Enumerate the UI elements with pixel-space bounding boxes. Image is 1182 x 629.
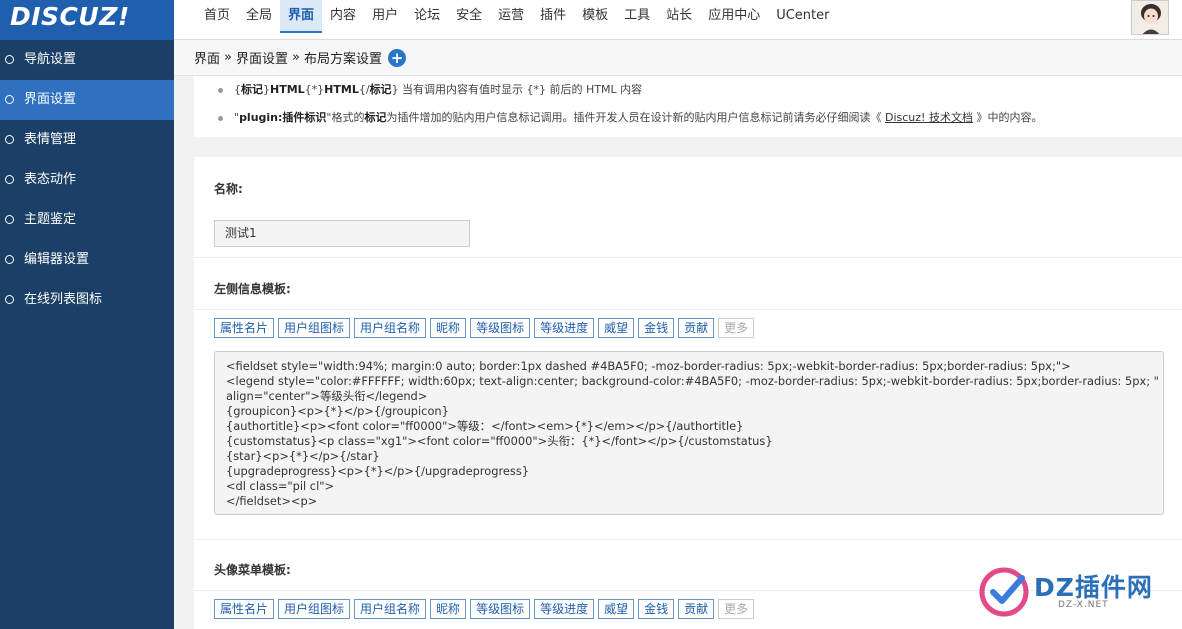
sidebar-item-label: 导航设置	[24, 52, 77, 67]
divider	[194, 309, 1182, 310]
topnav-item[interactable]: 运营	[490, 0, 532, 33]
breadcrumb-item-layout-settings: 布局方案设置	[303, 52, 382, 67]
tips-panel: {标记}HTML{*}HTML{/标记} 当有调用内容有值时显示 {*} 前后的…	[194, 76, 1182, 137]
topnav-item[interactable]: 应用中心	[700, 0, 768, 33]
insert-tag-button[interactable]: 金钱	[638, 318, 675, 338]
sidebar-item-label: 表情管理	[24, 132, 77, 147]
insert-tag-button[interactable]: 用户组图标	[278, 318, 351, 338]
insert-tag-button[interactable]: 属性名片	[214, 599, 275, 619]
insert-tag-button[interactable]: 用户组名称	[354, 318, 427, 338]
divider	[194, 539, 1182, 540]
logo-text: DISCUZ!	[10, 2, 130, 31]
topnav-item[interactable]: 首页	[196, 0, 238, 33]
insert-tag-button[interactable]: 昵称	[430, 599, 467, 619]
circle-bullet-icon	[5, 55, 14, 64]
topnav-item[interactable]: 内容	[322, 0, 364, 33]
insert-tag-button[interactable]: 金钱	[638, 599, 675, 619]
topnav-item[interactable]: 用户	[364, 0, 406, 33]
sidebar-item[interactable]: 表态动作	[0, 160, 174, 200]
insert-tag-button[interactable]: 昵称	[430, 318, 467, 338]
tip-plugin-tag: "plugin:插件标识"格式的标记为插件增加的贴内用户信息标记调用。插件开发人…	[194, 108, 1182, 136]
breadcrumb-item-interface[interactable]: 界面	[194, 48, 220, 67]
sidebar-item-label: 界面设置	[24, 92, 77, 107]
main-content: {标记}HTML{*}HTML{/标记} 当有调用内容有值时显示 {*} 前后的…	[194, 76, 1182, 629]
circle-bullet-icon	[5, 295, 14, 304]
circle-bullet-icon	[5, 175, 14, 184]
sidebar-item-label: 在线列表图标	[24, 292, 103, 307]
insert-tag-button[interactable]: 等级图标	[470, 599, 531, 619]
avatar[interactable]	[1131, 0, 1169, 35]
insert-tag-button[interactable]: 贡献	[678, 318, 715, 338]
name-input[interactable]: 测试1	[214, 220, 470, 247]
watermark-subtext: DZ-X.NET	[1058, 600, 1109, 610]
watermark-text: DZ插件网	[1034, 573, 1153, 602]
sidebar-item-label: 编辑器设置	[24, 252, 90, 267]
insert-tag-button[interactable]: 等级进度	[534, 318, 595, 338]
insert-tag-button[interactable]: 贡献	[678, 599, 715, 619]
watermark-logo-icon	[979, 567, 1029, 617]
divider	[194, 257, 1182, 258]
more-button[interactable]: 更多	[718, 599, 755, 619]
topnav-item[interactable]: 工具	[616, 0, 658, 33]
sidebar-item-label: 主题鉴定	[24, 212, 77, 227]
topnav-item[interactable]: 插件	[532, 0, 574, 33]
docs-link[interactable]: Discuz! 技术文档	[885, 111, 973, 124]
sidebar-item[interactable]: 编辑器设置	[0, 240, 174, 280]
insert-tag-button[interactable]: 用户组名称	[354, 599, 427, 619]
watermark: DZ插件网 DZ-X.NET	[978, 558, 1178, 622]
breadcrumb-item-interface-settings[interactable]: 界面设置	[236, 48, 288, 67]
sidebar-item[interactable]: 导航设置	[0, 40, 174, 80]
sidebar-item[interactable]: 主题鉴定	[0, 200, 174, 240]
topnav-item[interactable]: 全局	[238, 0, 280, 33]
insert-tag-button[interactable]: 等级进度	[534, 599, 595, 619]
circle-bullet-icon	[5, 135, 14, 144]
tip-html-tag: {标记}HTML{*}HTML{/标记} 当有调用内容有值时显示 {*} 前后的…	[194, 80, 1182, 108]
insert-tag-button[interactable]: 等级图标	[470, 318, 531, 338]
insert-tag-button[interactable]: 威望	[598, 318, 635, 338]
topnav-item[interactable]: 站长	[658, 0, 700, 33]
insert-tag-button[interactable]: 威望	[598, 599, 635, 619]
breadcrumb: 界面 » 界面设置 » 布局方案设置 +	[174, 40, 1182, 76]
top-nav: 首页 全局 界面 内容 用户 论坛 安全 运营 插件 模板 工具 站长 应用中心 UCenter	[196, 0, 837, 40]
insert-tag-button[interactable]: 属性名片	[214, 318, 275, 338]
name-label: 名称:	[214, 182, 243, 196]
left-info-template-label: 左侧信息模板:	[214, 282, 291, 296]
circle-bullet-icon	[5, 255, 14, 264]
more-button[interactable]: 更多	[718, 318, 755, 338]
circle-bullet-icon	[5, 215, 14, 224]
avatar-icon	[1132, 1, 1168, 34]
topnav-item[interactable]: 论坛	[406, 0, 448, 33]
left-tag-buttons: 属性名片 用户组图标 用户组名称 昵称 等级图标 等级进度 威望 金钱 贡献 更多	[214, 318, 755, 338]
sidebar-item[interactable]: 表情管理	[0, 120, 174, 160]
circle-bullet-icon	[5, 95, 14, 104]
insert-tag-button[interactable]: 用户组图标	[278, 599, 351, 619]
sidebar-item[interactable]: 在线列表图标	[0, 280, 174, 320]
add-icon[interactable]: +	[387, 48, 406, 67]
topnav-item[interactable]: UCenter	[768, 0, 837, 33]
avatar-tag-buttons: 属性名片 用户组图标 用户组名称 昵称 等级图标 等级进度 威望 金钱 贡献 更多	[214, 599, 755, 619]
logo[interactable]: DISCUZ!	[0, 0, 174, 40]
breadcrumb-separator: »	[292, 50, 300, 65]
left-info-template-textarea[interactable]: <fieldset style="width:94%; margin:0 aut…	[214, 351, 1164, 515]
topnav-item[interactable]: 界面	[280, 0, 323, 33]
topnav-item[interactable]: 模板	[574, 0, 616, 33]
sidebar-item[interactable]: 界面设置	[0, 80, 174, 120]
avatar-menu-template-label: 头像菜单模板:	[214, 563, 291, 577]
breadcrumb-separator: »	[224, 50, 232, 65]
topnav-item[interactable]: 安全	[448, 0, 490, 33]
top-bar: DISCUZ! 首页 全局 界面 内容 用户 论坛 安全 运营 插件 模板 工具 站长 应用中心 UCen…	[0, 0, 1182, 40]
sidebar-item-label: 表态动作	[24, 172, 77, 187]
sidebar: 导航设置界面设置表情管理表态动作主题鉴定编辑器设置在线列表图标	[0, 40, 174, 629]
